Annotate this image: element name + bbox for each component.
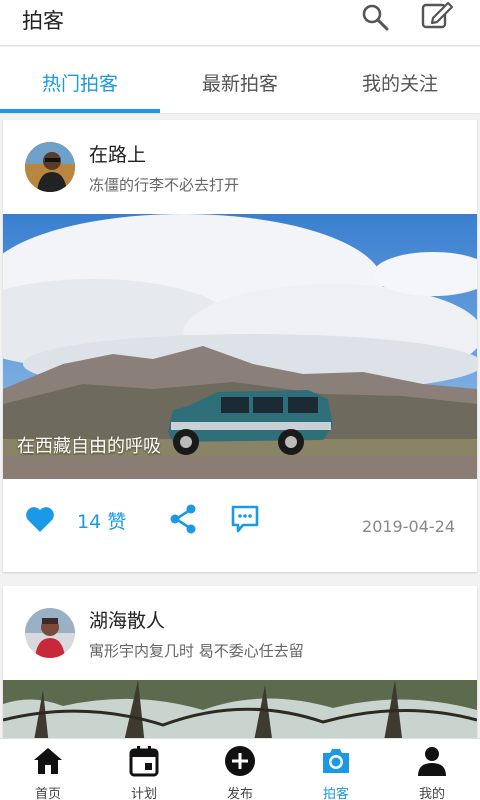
post-photo[interactable]: 在西藏自由的呼吸: [3, 214, 477, 479]
nav-plan[interactable]: 计划: [96, 739, 192, 800]
person-icon: [418, 747, 446, 776]
user-signature: 冻僵的行李不必去打开: [89, 176, 240, 194]
search-icon[interactable]: [360, 2, 390, 32]
comment-icon[interactable]: [229, 503, 261, 535]
avatar[interactable]: [25, 142, 75, 192]
edit-icon[interactable]: [420, 0, 454, 30]
nav-label: 我的: [418, 787, 445, 800]
tab-indicator: [0, 109, 160, 113]
avatar[interactable]: [25, 608, 75, 658]
nav-label: 发布: [226, 787, 253, 800]
nav-mine[interactable]: 我的: [384, 739, 480, 800]
home-icon: [34, 748, 62, 774]
add-circle-icon: [225, 746, 255, 776]
post-date: 2019-04-24: [362, 517, 455, 536]
user-name[interactable]: 湖海散人: [89, 606, 165, 633]
nav-label: 拍客: [322, 787, 349, 800]
calendar-icon: [129, 746, 159, 777]
heart-icon[interactable]: [25, 505, 55, 533]
top-bar: 拍客: [0, 0, 480, 46]
tab-following[interactable]: 我的关注: [320, 69, 480, 96]
camera-icon: [323, 749, 349, 773]
nav-label: 首页: [34, 787, 61, 800]
share-icon[interactable]: [168, 503, 198, 535]
nav-home[interactable]: 首页: [0, 739, 96, 800]
photo-caption: 在西藏自由的呼吸: [17, 436, 161, 457]
user-name[interactable]: 在路上: [89, 140, 146, 167]
like-count[interactable]: 14 赞: [77, 507, 126, 534]
tab-latest[interactable]: 最新拍客: [160, 69, 320, 96]
post-card[interactable]: 在路上 冻僵的行李不必去打开 在西藏自由的呼吸 14 赞 2019-04-24: [3, 120, 477, 572]
bottom-nav: 首页 计划 发布 拍客 我的: [0, 738, 480, 800]
nav-label: 计划: [130, 787, 157, 800]
tab-hot[interactable]: 热门拍客: [0, 69, 160, 96]
tab-bar: 热门拍客 最新拍客 我的关注: [0, 47, 480, 114]
post-card[interactable]: 湖海散人 寓形宇内复几时 曷不委心任去留: [3, 586, 477, 746]
nav-publish[interactable]: 发布: [192, 739, 288, 800]
user-signature: 寓形宇内复几时 曷不委心任去留: [89, 642, 304, 660]
page-title: 拍客: [22, 9, 64, 33]
post-photo[interactable]: [3, 680, 477, 746]
nav-paike[interactable]: 拍客: [288, 739, 384, 800]
post-actions: 14 赞 2019-04-24: [3, 479, 477, 572]
